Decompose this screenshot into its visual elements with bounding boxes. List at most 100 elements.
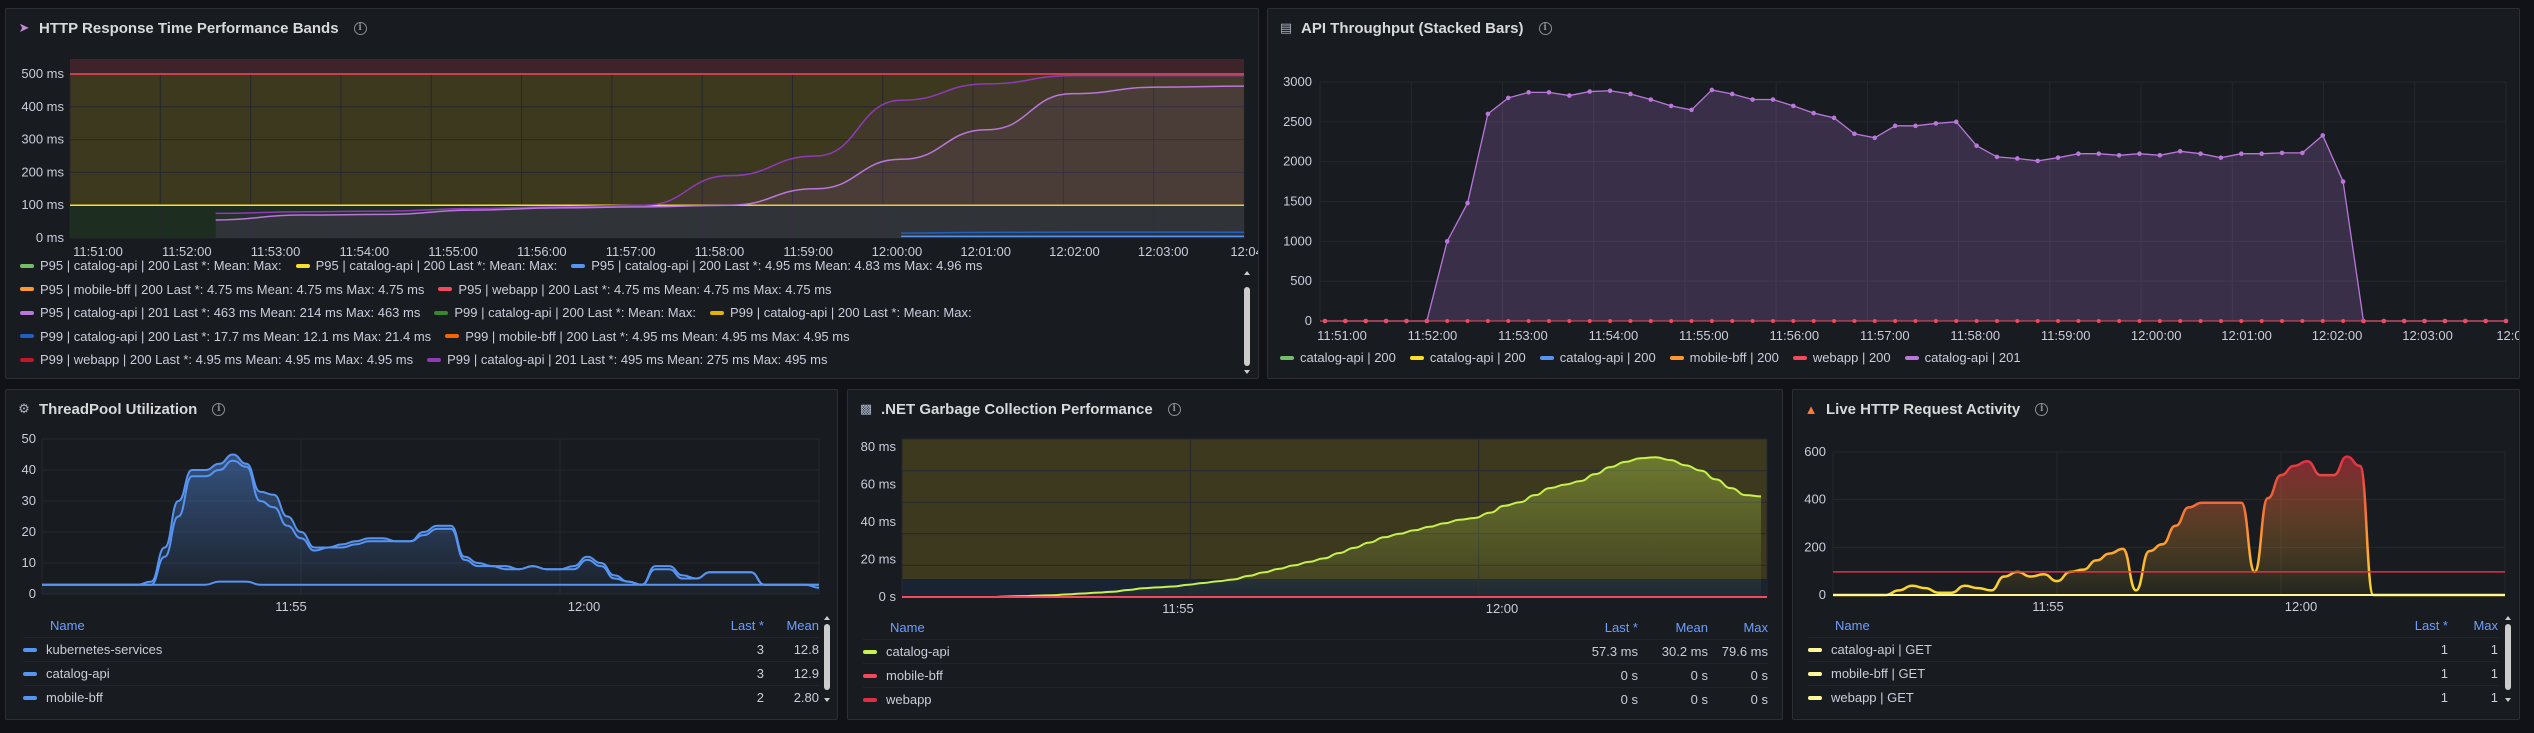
series-swatch xyxy=(23,648,37,653)
legend-item[interactable]: catalog-api | 200 xyxy=(1539,350,1656,365)
legend-item[interactable]: P95 | catalog-api | 200 Last *: 4.95 ms … xyxy=(571,258,982,273)
data-point xyxy=(2096,151,2102,156)
data-point xyxy=(2076,151,2081,156)
y-tick-label: 40 ms xyxy=(861,514,897,529)
series-swatch xyxy=(1808,672,1822,677)
data-point xyxy=(1811,110,1816,116)
series-swatch xyxy=(23,672,37,677)
y-tick-label: 500 xyxy=(1290,273,1312,288)
last-value: 0 s xyxy=(1548,686,1638,711)
col-max[interactable]: Max xyxy=(1708,617,1768,639)
col-max[interactable]: Max xyxy=(2448,615,2498,637)
x-tick-label: 12:00 xyxy=(1486,601,1519,616)
legend-label: mobile-bff | 200 xyxy=(1689,350,1779,366)
col-mean[interactable]: Mean xyxy=(1638,617,1708,639)
table-row[interactable]: catalog-api 3 12.9 xyxy=(23,660,819,685)
y-tick-label: 2500 xyxy=(1283,114,1312,129)
table-row[interactable]: catalog-api 57.3 ms 30.2 ms 79.6 ms xyxy=(863,638,1768,663)
y-tick-label: 0 s xyxy=(879,589,897,604)
y-tick-label: 1500 xyxy=(1283,194,1312,209)
col-last[interactable]: Last * xyxy=(694,615,764,637)
table-row[interactable]: webapp | GET 1 1 xyxy=(1808,684,2498,709)
x-tick-label: 11:56:00 xyxy=(1769,328,1819,343)
table-row[interactable]: mobile-bff | GET 1 1 xyxy=(1808,660,2498,685)
data-point xyxy=(2198,151,2203,156)
legend-item[interactable]: P99 | catalog-api | 200 Last *: 17.7 ms … xyxy=(20,329,431,344)
legend-item[interactable]: P95 | webapp | 200 Last *: 4.75 ms Mean:… xyxy=(438,282,832,297)
max-value: 1 xyxy=(2448,684,2498,709)
x-tick-label: 12:00 xyxy=(568,599,601,614)
series-swatch xyxy=(20,287,34,292)
legend-item[interactable]: catalog-api | 200 xyxy=(1409,350,1526,366)
legend-label: P95 | catalog-api | 200 Last *: 4.95 ms … xyxy=(591,258,983,274)
col-name[interactable]: Name xyxy=(23,615,694,637)
table-row[interactable]: mobile-bff 2 2.80 xyxy=(23,684,819,709)
max-value: 1 xyxy=(2448,660,2498,685)
legend-item[interactable]: catalog-api | 200 xyxy=(1280,350,1396,365)
legend-item[interactable]: P95 | mobile-bff | 200 Last *: 4.75 ms M… xyxy=(20,282,424,297)
data-point xyxy=(1913,123,1918,129)
api-throughput-chart[interactable]: 3000 2500 2000 1500 1000 500 0 11:51:00 11:52:00… xyxy=(1268,9,2520,379)
legend-item[interactable]: P99 | catalog-api | 201 Last *: 495 ms M… xyxy=(427,352,827,367)
data-point xyxy=(2177,149,2183,154)
y-tick-label: 400 ms xyxy=(21,99,64,114)
data-point xyxy=(1933,121,1939,126)
series-label: webapp xyxy=(886,691,932,707)
last-value: 3 xyxy=(694,636,764,661)
legend-item[interactable]: P95 | catalog-api | 200 Last *: Mean: Ma… xyxy=(20,258,282,273)
x-tick-label: 12:00:00 xyxy=(2131,328,2182,343)
legend-item[interactable]: P95 | catalog-api | 201 Last *: 463 ms M… xyxy=(20,305,420,320)
max-value: 0 s xyxy=(1708,686,1768,711)
legend-item[interactable]: P99 | catalog-api | 200 Last *: Mean: Ma… xyxy=(709,305,972,320)
y-tick-label: 300 ms xyxy=(21,132,64,147)
x-tick-label: 11:58:00 xyxy=(1950,328,2000,343)
x-tick-label: 11:55 xyxy=(2032,599,2064,614)
col-last[interactable]: Last * xyxy=(1548,617,1638,639)
legend-row: P95 | catalog-api | 201 Last *: 463 ms M… xyxy=(20,301,1240,325)
col-name[interactable]: Name xyxy=(863,617,1548,639)
data-point xyxy=(1892,123,1898,129)
legend-item[interactable]: P95 | catalog-api | 200 Last *: Mean: Ma… xyxy=(295,258,557,273)
http-legend: P95 | catalog-api | 200 Last *: Mean: Ma… xyxy=(20,254,1240,372)
max-value: 1 xyxy=(2448,636,2498,661)
legend-item[interactable]: P99 | mobile-bff | 200 Last *: 4.95 ms M… xyxy=(445,329,850,344)
last-value: 57.3 ms xyxy=(1548,638,1638,663)
last-value: 1 xyxy=(2368,636,2448,661)
max-value: 0 s xyxy=(1708,662,1768,687)
legend-scrollbar[interactable] xyxy=(1244,271,1250,378)
data-point xyxy=(1974,143,1979,149)
series-swatch xyxy=(20,310,34,315)
legend-item[interactable]: P99 | webapp | 200 Last *: 4.95 ms Mean:… xyxy=(20,352,413,367)
y-tick-label: 0 xyxy=(1819,587,1826,602)
table-row[interactable]: kubernetes-services 3 12.8 xyxy=(23,636,819,661)
legend-item[interactable]: mobile-bff | 200 xyxy=(1669,350,1779,366)
legend-scrollbar[interactable] xyxy=(2505,616,2511,708)
y-tick-label: 0 xyxy=(1305,313,1312,328)
table-row[interactable]: webapp 0 s0 s0 s xyxy=(863,686,1768,711)
col-name[interactable]: Name xyxy=(1808,615,2368,637)
legend-item[interactable]: P99 | catalog-api | 200 Last *: Mean: Ma… xyxy=(434,305,696,320)
data-point xyxy=(1729,91,1735,97)
legend-label: P99 | catalog-api | 200 Last *: Mean: Ma… xyxy=(454,305,696,321)
series-swatch xyxy=(1904,355,1919,360)
throughput-legend: catalog-api | 200 catalog-api | 200 catalo… xyxy=(1280,346,2500,370)
table-row[interactable]: catalog-api | GET 1 1 xyxy=(1808,636,2498,661)
col-last[interactable]: Last * xyxy=(2368,615,2448,637)
y-tick-label: 10 xyxy=(22,555,36,570)
legend-item[interactable]: catalog-api | 201 xyxy=(1904,350,2021,365)
series-name: webapp xyxy=(863,686,1548,711)
legend-scrollbar[interactable] xyxy=(824,616,830,708)
legend-item[interactable]: webapp | 200 xyxy=(1792,350,1891,365)
x-tick-label: 11:55 xyxy=(275,599,307,614)
data-point xyxy=(2015,156,2020,161)
data-point xyxy=(1587,89,1593,94)
table-row[interactable]: mobile-bff 0 s0 s0 s xyxy=(863,662,1768,687)
mean-value: 0 s xyxy=(1638,686,1708,711)
x-tick-label: 11:54:00 xyxy=(1589,328,1639,343)
series-swatch xyxy=(709,310,724,315)
series-label: catalog-api | GET xyxy=(1831,641,1932,657)
legend-label: catalog-api | 200 xyxy=(1429,350,1526,366)
col-mean[interactable]: Mean xyxy=(764,615,819,637)
data-point xyxy=(2157,152,2163,158)
data-point xyxy=(1526,90,1531,95)
